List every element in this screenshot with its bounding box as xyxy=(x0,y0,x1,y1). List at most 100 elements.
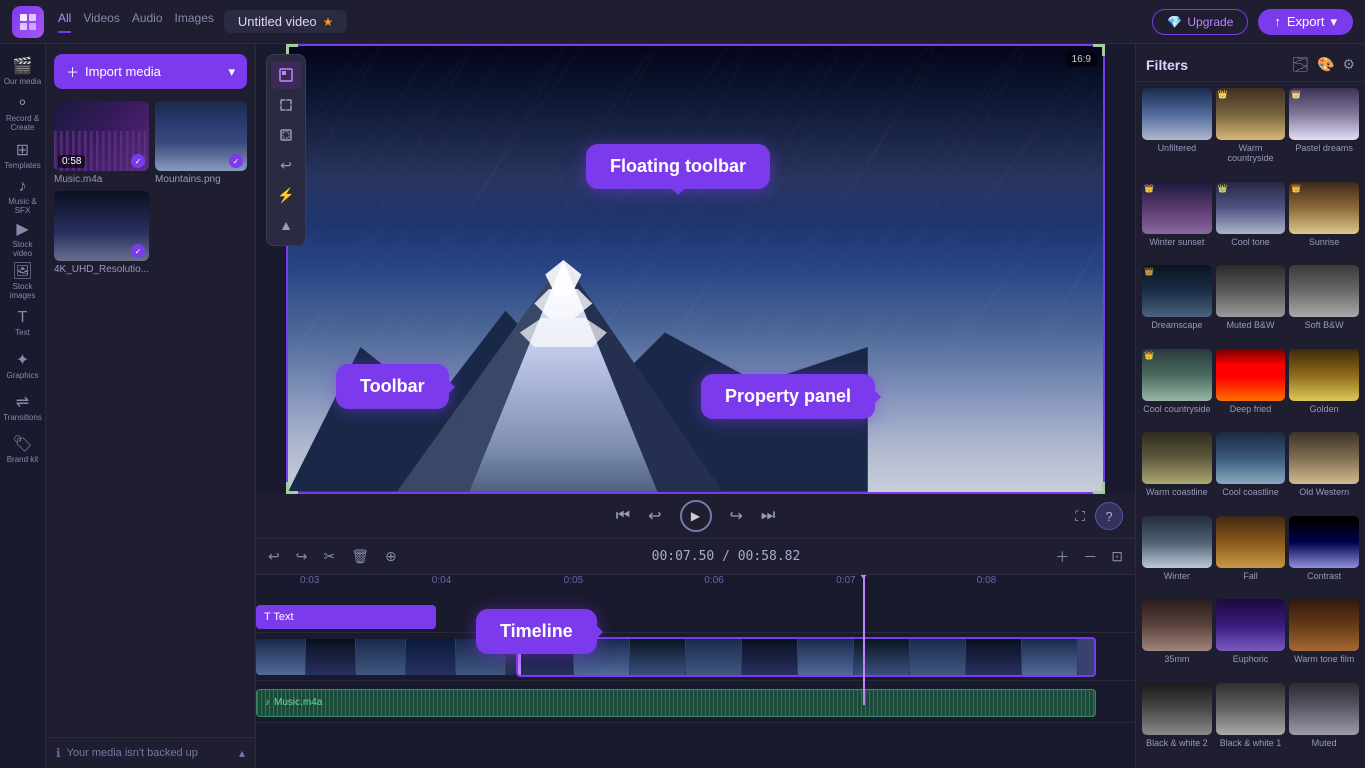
export-button[interactable]: ↑ Export ▾ xyxy=(1258,9,1353,35)
filter-bw2[interactable]: Black & white 2 xyxy=(1142,683,1212,763)
filter-euphoric[interactable]: Euphoric xyxy=(1216,599,1286,679)
backup-status: Your media isn't backed up xyxy=(67,747,198,759)
media-checkmark-4k: ✓ xyxy=(131,244,145,258)
filter-winter[interactable]: Winter xyxy=(1142,516,1212,596)
tab-all[interactable]: All xyxy=(58,11,71,33)
zoom-fit-button[interactable]: ⊡ xyxy=(1107,543,1127,571)
step-forward-button[interactable]: ↪ xyxy=(730,506,743,526)
video-canvas[interactable]: 16:9 xyxy=(286,44,1105,494)
filter-muted-bw[interactable]: Muted B&W xyxy=(1216,265,1286,345)
filter-muted[interactable]: Muted xyxy=(1289,683,1359,763)
filter-contrast[interactable]: Contrast xyxy=(1289,516,1359,596)
upgrade-button[interactable]: 💎 Upgrade xyxy=(1152,9,1248,35)
filters-icon[interactable]: 🎨 xyxy=(1317,56,1334,73)
filter-cool-countryside[interactable]: 👑 Cool countryside xyxy=(1142,349,1212,429)
sidebar-item-music[interactable]: ♪ Music & SFX xyxy=(4,178,42,216)
filter-name-soft-bw: Soft B&W xyxy=(1305,320,1344,330)
tracks-container: T Text xyxy=(256,599,1135,768)
media-item-music[interactable]: 0:58 ✓ Music.m4a xyxy=(54,101,149,185)
cut-button[interactable]: ✂ xyxy=(319,544,339,569)
audio-label: ♪ Music.m4a xyxy=(265,697,322,708)
sidebar-item-transitions[interactable]: ⇌ Transitions xyxy=(4,388,42,426)
filter-soft-bw[interactable]: Soft B&W xyxy=(1289,265,1359,345)
text-track-content: T Text xyxy=(256,600,1135,632)
text-clip[interactable]: T Text xyxy=(256,605,436,629)
play-button[interactable]: ▶ xyxy=(680,500,712,532)
media-duration-music: 0:58 xyxy=(58,155,85,168)
toolbar-adjust-btn[interactable]: ▲ xyxy=(271,211,301,239)
filter-name-cool-countryside: Cool countryside xyxy=(1143,404,1210,414)
audio-clip[interactable]: ♪ Music.m4a xyxy=(256,689,1096,717)
filter-pastel-dreams[interactable]: 👑 Pastel dreams xyxy=(1289,88,1359,178)
adjust-colors-icon[interactable]: ⚙ xyxy=(1342,56,1355,73)
video-clip-selected[interactable]: 4K_UHD_Resolution_SnowCap_Stars_3x2.png xyxy=(516,637,1096,677)
filter-bw1[interactable]: Black & white 1 xyxy=(1216,683,1286,763)
crown-icon: 👑 xyxy=(1291,184,1301,193)
mountain-svg xyxy=(288,202,868,492)
skip-to-start-button[interactable]: ⏮ xyxy=(616,507,630,525)
toolbar-crop-btn[interactable] xyxy=(271,121,301,149)
delete-button[interactable]: 🗑 xyxy=(347,544,373,569)
sidebar-item-stock-images[interactable]: 🖼 Stock images xyxy=(4,262,42,300)
media-item-4k[interactable]: ✓ 4K_UHD_Resolutio... xyxy=(54,191,149,275)
filter-golden[interactable]: Golden xyxy=(1289,349,1359,429)
more-button[interactable]: ⊕ xyxy=(381,544,401,569)
filter-dreamscape[interactable]: 👑 Dreamscape xyxy=(1142,265,1212,345)
toolbar-effect-btn[interactable]: ⚡ xyxy=(271,181,301,209)
filter-cool-coastline[interactable]: Cool coastline xyxy=(1216,432,1286,512)
tab-videos[interactable]: Videos xyxy=(83,11,119,33)
sidebar-label-stock-video: Stock video xyxy=(4,241,42,259)
filter-unfiltered[interactable]: Unfiltered xyxy=(1142,88,1212,178)
zoom-out-button[interactable]: － xyxy=(1079,543,1101,571)
tab-images[interactable]: Images xyxy=(175,11,214,33)
crown-icon: 👑 xyxy=(1291,90,1301,99)
sidebar-item-graphics[interactable]: ✦ Graphics xyxy=(4,346,42,384)
add-track-button[interactable]: ＋ xyxy=(1051,543,1073,571)
filter-cool-tone[interactable]: 👑 Cool tone xyxy=(1216,182,1286,262)
filter-deep-fried[interactable]: Deep fried xyxy=(1216,349,1286,429)
filter-warm-tone-film[interactable]: Warm tone film xyxy=(1289,599,1359,679)
undo-button[interactable]: ↩ xyxy=(264,544,284,569)
tab-audio[interactable]: Audio xyxy=(132,11,163,33)
video-clip-left[interactable] xyxy=(256,639,516,675)
filter-winter-sunset[interactable]: 👑 Winter sunset xyxy=(1142,182,1212,262)
media-panel: ＋ Import media ▾ 0:58 ✓ Music.m4a ✓ Moun… xyxy=(46,44,256,768)
sidebar-item-record[interactable]: ⚬ Record & Create xyxy=(4,94,42,132)
filter-35mm[interactable]: 35mm xyxy=(1142,599,1212,679)
chevron-up-icon[interactable]: ▴ xyxy=(239,746,245,760)
help-button[interactable]: ? xyxy=(1095,502,1123,530)
toolbar-select-btn[interactable] xyxy=(271,61,301,89)
sidebar-item-brand-kit[interactable]: 🏷 Brand kit xyxy=(4,430,42,468)
filter-sunrise[interactable]: 👑 Sunrise xyxy=(1289,182,1359,262)
sidebar-item-templates[interactable]: ⊞ Templates xyxy=(4,136,42,174)
filter-thumb-warm-tone-film xyxy=(1289,599,1359,651)
filter-name-cool-coastline: Cool coastline xyxy=(1222,487,1279,497)
filter-warm-coastline[interactable]: Warm coastline xyxy=(1142,432,1212,512)
project-tab[interactable]: Untitled video ★ xyxy=(224,10,348,33)
filters-grid: Unfiltered 👑 Warm countryside 👑 Pastel d… xyxy=(1136,82,1365,768)
media-item-mountains[interactable]: ✓ Mountains.png xyxy=(155,101,247,185)
fade-icon[interactable]: 🌫 xyxy=(1291,56,1309,73)
filter-thumb-deep-fried xyxy=(1216,349,1286,401)
media-icon: 🎬 xyxy=(13,56,33,76)
import-media-button[interactable]: ＋ Import media ▾ xyxy=(54,54,247,89)
step-back-button[interactable]: ↩ xyxy=(648,506,661,526)
filter-old-western[interactable]: Old Western xyxy=(1289,432,1359,512)
sidebar-label-transitions: Transitions xyxy=(3,414,42,423)
skip-to-end-button[interactable]: ⏭ xyxy=(761,507,775,525)
sidebar-item-stock-video[interactable]: ▶ Stock video xyxy=(4,220,42,258)
sidebar-item-text[interactable]: T Text xyxy=(4,304,42,342)
sidebar-item-our-media[interactable]: 🎬 Our media xyxy=(4,52,42,90)
filter-name-winter: Winter xyxy=(1164,571,1190,581)
toolbar-undo-btn[interactable]: ↩ xyxy=(271,151,301,179)
redo-button[interactable]: ↪ xyxy=(292,544,312,569)
fullscreen-button[interactable]: ⛶ xyxy=(1075,508,1085,525)
sidebar-label-record: Record & Create xyxy=(4,115,42,133)
filter-warm-countryside[interactable]: 👑 Warm countryside xyxy=(1216,88,1286,178)
filter-thumb-pastel-dreams: 👑 xyxy=(1289,88,1359,140)
toolbar-resize-btn[interactable] xyxy=(271,91,301,119)
app-logo[interactable] xyxy=(12,6,44,38)
info-icon: ℹ xyxy=(56,746,61,760)
clip-resize-left[interactable] xyxy=(518,639,521,675)
filter-fall[interactable]: Fall xyxy=(1216,516,1286,596)
